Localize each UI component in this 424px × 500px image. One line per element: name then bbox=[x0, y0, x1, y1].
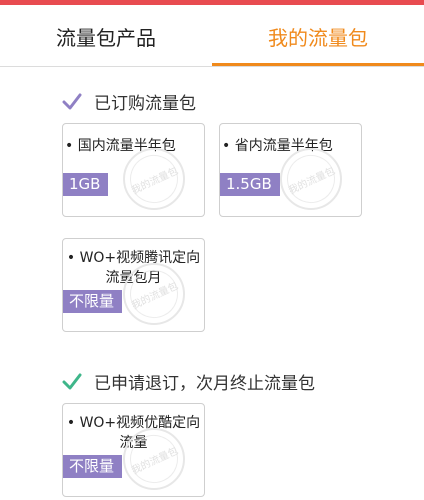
active-tab-indicator bbox=[212, 63, 424, 66]
stamp-icon: 我的流量包 bbox=[122, 427, 186, 491]
checkmark-icon bbox=[62, 373, 82, 389]
section-purchased-header: 已订购流量包 bbox=[62, 89, 196, 114]
tab-bar: 流量包产品 我的流量包 bbox=[0, 5, 424, 67]
pack-card-domestic-half-year[interactable]: • 国内流量半年包 我的流量包 1GB bbox=[62, 123, 205, 217]
section-unsubscribed-title: 已申请退订，次月终止流量包 bbox=[94, 374, 315, 394]
checkmark-icon bbox=[62, 93, 82, 109]
tab-my-packs[interactable]: 我的流量包 bbox=[212, 5, 424, 67]
pack-card-province-half-year[interactable]: • 省内流量半年包 我的流量包 1.5GB bbox=[219, 123, 362, 217]
pack-card-wo-youku[interactable]: • WO+视频优酷定向 流量 我的流量包 不限量 bbox=[62, 403, 205, 497]
section-purchased-title: 已订购流量包 bbox=[94, 94, 196, 114]
stamp-icon: 我的流量包 bbox=[279, 147, 343, 211]
section-unsubscribed-header: 已申请退订，次月终止流量包 bbox=[62, 369, 315, 394]
tab-products[interactable]: 流量包产品 bbox=[0, 5, 212, 67]
pack-size-badge: 1GB bbox=[63, 173, 109, 196]
pack-size-badge: 不限量 bbox=[63, 290, 123, 313]
stamp-icon: 我的流量包 bbox=[122, 147, 186, 211]
stamp-icon: 我的流量包 bbox=[122, 262, 186, 326]
pack-size-badge: 1.5GB bbox=[220, 173, 280, 196]
pack-card-wo-tencent[interactable]: • WO+视频腾讯定向 流量包月 我的流量包 不限量 bbox=[62, 238, 205, 332]
pack-size-badge: 不限量 bbox=[63, 455, 123, 478]
